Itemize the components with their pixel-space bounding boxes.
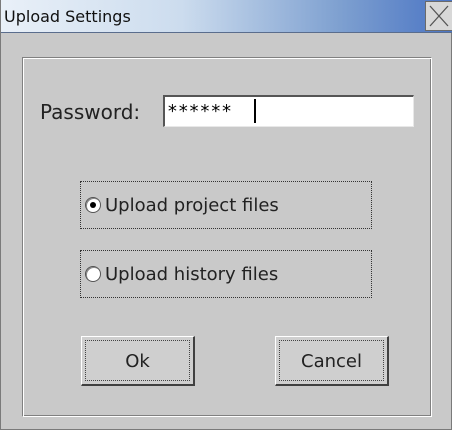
radio-upload-history-files[interactable]: Upload history files	[80, 250, 372, 298]
title-bar[interactable]: Upload Settings	[1, 0, 452, 33]
radio-upload-project-files[interactable]: Upload project files	[80, 181, 372, 229]
cancel-button-label: Cancel	[301, 351, 362, 372]
close-button[interactable]	[425, 1, 452, 31]
ok-button[interactable]: Ok	[81, 336, 195, 386]
cancel-button[interactable]: Cancel	[275, 336, 389, 386]
ok-button-label: Ok	[125, 351, 150, 372]
radio-label-project: Upload project files	[105, 195, 279, 216]
radio-button-selected[interactable]	[85, 197, 101, 213]
password-field[interactable]	[163, 95, 414, 127]
password-label: Password:	[40, 100, 141, 124]
upload-settings-dialog: Upload Settings Password: Upload project…	[0, 0, 452, 430]
close-icon	[429, 5, 449, 27]
radio-button-unselected[interactable]	[85, 266, 101, 282]
text-caret	[254, 99, 256, 123]
radio-dot-icon	[90, 202, 96, 208]
window-title: Upload Settings	[4, 7, 131, 26]
radio-label-history: Upload history files	[105, 264, 279, 285]
